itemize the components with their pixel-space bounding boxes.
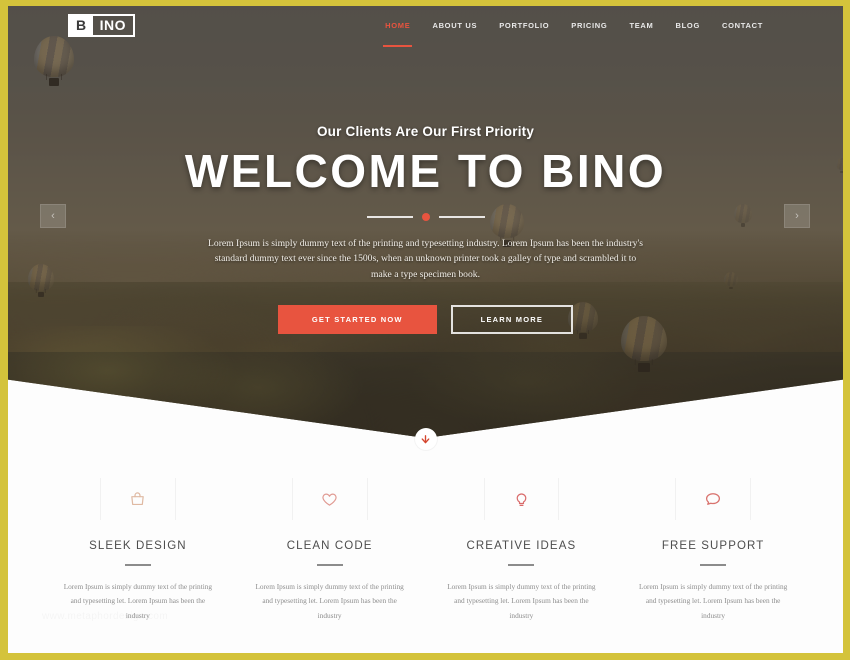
logo-mark: B xyxy=(70,15,93,35)
hero-cta-group: GET STARTED NOW LEARN MORE xyxy=(8,305,843,335)
feature-underline xyxy=(316,564,343,566)
page-canvas: B INO HOME ABOUT US PORTFOLIO PRICING TE… xyxy=(8,6,843,653)
feature-title: CREATIVE IDEAS xyxy=(466,540,577,552)
logo-wordmark: INO xyxy=(99,16,127,33)
feature-card-free-support: FREE SUPPORT Lorem Ipsum is simply dummy… xyxy=(617,476,809,623)
hero-subtitle: Our Clients Are Our First Priority xyxy=(316,124,535,139)
shopping-bag-icon xyxy=(129,491,146,508)
lightbulb-icon xyxy=(513,491,530,508)
feature-card-clean-code: CLEAN CODE Lorem Ipsum is simply dummy t… xyxy=(234,476,426,623)
hero-divider xyxy=(8,212,843,221)
nav-item-portfolio[interactable]: PORTFOLIO xyxy=(499,17,549,34)
hero-paragraph: Lorem Ipsum is simply dummy text of the … xyxy=(208,237,643,281)
nav-item-team[interactable]: TEAM xyxy=(629,17,653,34)
support-chat-icon xyxy=(704,490,722,508)
scroll-down-button[interactable] xyxy=(414,428,437,450)
feature-title: SLEEK DESIGN xyxy=(89,540,187,552)
nav-item-pricing[interactable]: PRICING xyxy=(571,17,607,34)
divider-bar-left xyxy=(366,215,413,218)
nav-item-blog[interactable]: BLOG xyxy=(676,17,700,34)
feature-card-creative-ideas: CREATIVE IDEAS Lorem Ipsum is simply dum… xyxy=(426,476,618,623)
hero-content: Our Clients Are Our First Priority WELCO… xyxy=(8,6,843,335)
feature-text: Lorem Ipsum is simply dummy text of the … xyxy=(447,581,596,620)
watermark-text: www.metaphordesign.com xyxy=(42,611,168,622)
arrow-down-icon xyxy=(421,434,430,443)
top-navbar: B INO HOME ABOUT US PORTFOLIO PRICING TE… xyxy=(8,6,843,47)
heart-icon xyxy=(321,491,338,508)
site-logo[interactable]: B INO xyxy=(68,13,136,37)
nav-item-home[interactable]: HOME xyxy=(383,17,413,47)
main-nav: HOME ABOUT US PORTFOLIO PRICING TEAM BLO… xyxy=(383,17,763,47)
divider-dot xyxy=(421,212,430,221)
carousel-next-button[interactable]: › xyxy=(784,204,810,228)
carousel-prev-button[interactable]: ‹ xyxy=(40,204,66,228)
gold-frame: B INO HOME ABOUT US PORTFOLIO PRICING TE… xyxy=(0,0,850,660)
feature-underline xyxy=(700,564,727,566)
chevron-right-icon: › xyxy=(795,210,799,222)
learn-more-button[interactable]: LEARN MORE xyxy=(450,305,574,335)
feature-card-sleek-design: SLEEK DESIGN Lorem Ipsum is simply dummy… xyxy=(42,476,234,623)
hero-title: WELCOME TO BINO xyxy=(184,145,667,197)
chevron-left-icon: ‹ xyxy=(51,210,55,222)
nav-item-about-us[interactable]: ABOUT US xyxy=(432,17,477,34)
feature-title: CLEAN CODE xyxy=(286,540,373,552)
feature-text: Lorem Ipsum is simply dummy text of the … xyxy=(255,581,404,620)
feature-underline xyxy=(508,564,535,566)
nav-item-contact[interactable]: CONTACT xyxy=(722,17,763,34)
feature-underline xyxy=(124,564,151,566)
feature-text: Lorem Ipsum is simply dummy text of the … xyxy=(638,581,788,620)
get-started-button[interactable]: GET STARTED NOW xyxy=(277,305,437,335)
features-section: SLEEK DESIGN Lorem Ipsum is simply dummy… xyxy=(8,476,843,623)
feature-title: FREE SUPPORT xyxy=(661,540,765,552)
divider-bar-right xyxy=(438,215,485,218)
